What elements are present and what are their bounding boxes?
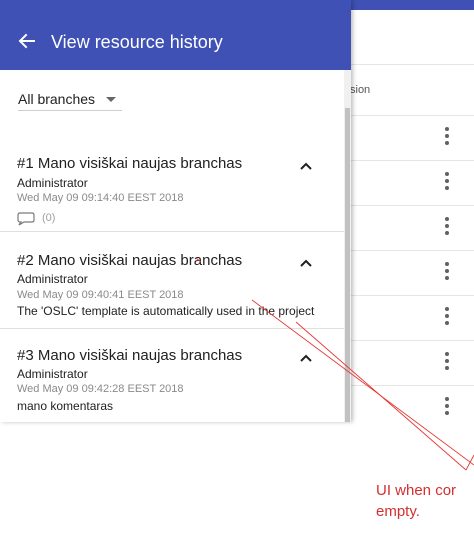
- background-app-bar: [346, 0, 474, 10]
- entry-comment: The 'OSLC' template is automatically use…: [17, 304, 315, 318]
- entry-comment: mano komentaras: [17, 399, 114, 413]
- table-row: [346, 250, 474, 296]
- comment-icon[interactable]: [17, 212, 35, 226]
- caret-down-icon: [106, 97, 116, 102]
- entry-date: Wed May 09 09:40:41 EEST 2018: [17, 289, 184, 301]
- comment-count: (0): [42, 212, 56, 224]
- more-vert-icon[interactable]: [440, 217, 454, 237]
- chevron-up-icon[interactable]: [299, 258, 313, 268]
- history-entry[interactable]: #3 Mano visiškai naujas branchas Adminis…: [0, 328, 344, 422]
- more-vert-icon[interactable]: [440, 172, 454, 192]
- scrollbar-thumb[interactable]: [345, 108, 350, 422]
- table-row: [346, 115, 474, 161]
- branch-filter-value: All branches: [18, 91, 96, 107]
- more-vert-icon[interactable]: [440, 352, 454, 372]
- entry-title: #1 Mano visiškai naujas branchas: [17, 155, 243, 172]
- entry-date: Wed May 09 09:42:28 EEST 2018: [17, 383, 184, 395]
- history-entry[interactable]: #2 Mano visiškai naujas branchas Adminis…: [0, 231, 344, 328]
- chevron-up-icon[interactable]: [299, 161, 313, 171]
- more-vert-icon[interactable]: [440, 127, 454, 147]
- history-entry[interactable]: #1 Mano visiškai naujas branchas Adminis…: [0, 140, 344, 230]
- chevron-up-icon[interactable]: [299, 353, 313, 363]
- table-row: [346, 295, 474, 341]
- background-table-header: sion: [346, 64, 474, 116]
- annotation-line: UI when cor: [376, 482, 457, 499]
- background-table: sion: [346, 0, 474, 422]
- arrow-left-icon[interactable]: [17, 31, 37, 51]
- resource-history-panel: View resource history All branches #1 Ma…: [0, 0, 351, 422]
- table-row: [346, 205, 474, 251]
- entry-date: Wed May 09 09:14:40 EEST 2018: [17, 192, 184, 204]
- entry-title: #2 Mano visiškai naujas branchas: [17, 252, 243, 269]
- page-title: View resource history: [51, 32, 223, 52]
- entry-author: Administrator: [17, 272, 88, 286]
- table-row: [346, 385, 474, 430]
- more-vert-icon[interactable]: [440, 397, 454, 417]
- branch-filter-select[interactable]: All branches: [18, 88, 122, 111]
- table-row: [346, 160, 474, 206]
- entry-author: Administrator: [17, 176, 88, 190]
- more-vert-icon[interactable]: [440, 262, 454, 282]
- annotation-note: UI when cor empty.: [376, 480, 456, 522]
- entry-author: Administrator: [17, 367, 88, 381]
- entry-title: #3 Mano visiškai naujas branchas: [17, 347, 243, 364]
- background-column-label: sion: [350, 84, 371, 96]
- more-vert-icon[interactable]: [440, 307, 454, 327]
- annotation-line: empty.: [376, 503, 420, 520]
- panel-header: View resource history: [0, 0, 351, 70]
- table-row: [346, 340, 474, 386]
